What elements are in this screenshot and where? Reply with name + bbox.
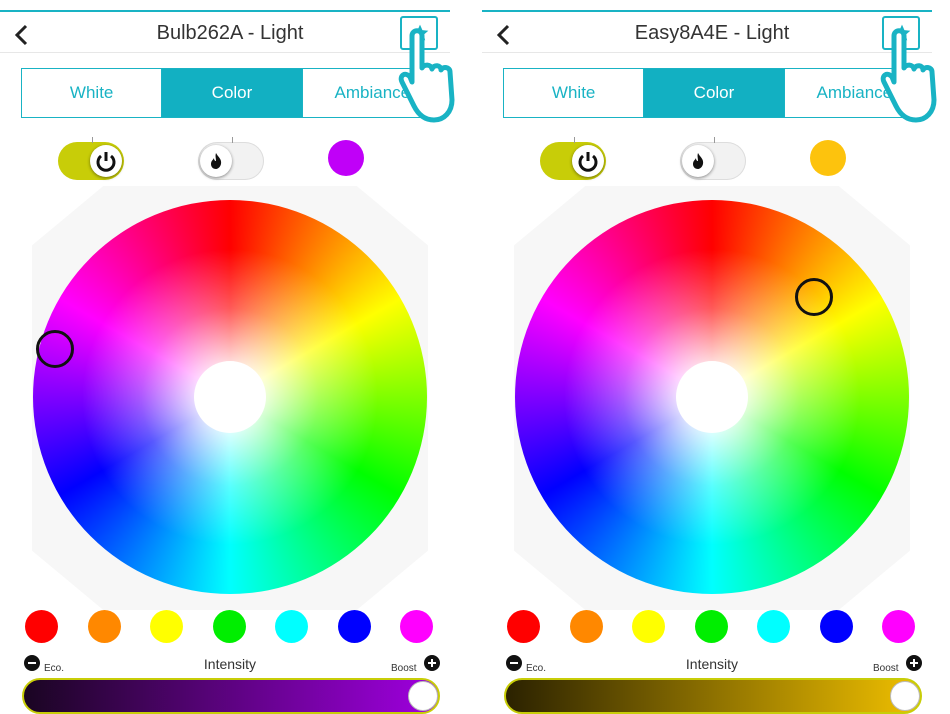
power-toggle-knob: [90, 145, 122, 177]
power-icon: [96, 152, 116, 172]
decrease-intensity-button[interactable]: [24, 655, 40, 671]
preset-yellow[interactable]: [150, 610, 183, 643]
increase-intensity-button[interactable]: [906, 655, 922, 671]
intensity-slider-thumb[interactable]: [890, 681, 920, 711]
toggle-tick: [714, 137, 715, 143]
preset-green[interactable]: [212, 610, 246, 643]
color-wheel-center: [194, 361, 266, 433]
tab-color[interactable]: Color: [162, 69, 303, 117]
tab-color[interactable]: Color: [644, 69, 785, 117]
eco-label: Eco.: [526, 663, 547, 674]
preset-red[interactable]: [507, 610, 540, 643]
eco-label: Eco.: [44, 663, 65, 674]
tab-white[interactable]: White: [504, 69, 645, 117]
preset-magenta[interactable]: [882, 610, 915, 643]
hand-pointer-icon: [880, 28, 937, 123]
header-divider: [0, 52, 450, 53]
preset-orange[interactable]: [87, 610, 121, 643]
mode-tabs: White Color Ambiance: [503, 68, 925, 118]
color-wheel-center: [676, 361, 748, 433]
preset-green[interactable]: [694, 610, 728, 643]
power-toggle[interactable]: [540, 137, 606, 180]
light-control-panel-bulb262a: Bulb262A - Light White Color Ambiance Ec…: [0, 0, 455, 714]
flame-toggle[interactable]: [680, 137, 746, 180]
header-accent-line: [0, 10, 450, 12]
decrease-intensity-button[interactable]: [506, 655, 522, 671]
page-title: Bulb262A - Light: [156, 22, 304, 44]
power-icon: [578, 152, 598, 172]
color-wheel[interactable]: [33, 200, 427, 594]
power-toggle[interactable]: [58, 137, 124, 180]
toggle-tick: [92, 137, 93, 143]
current-color-swatch[interactable]: [810, 140, 846, 176]
preset-colors: [25, 610, 433, 643]
tab-white[interactable]: White: [22, 69, 163, 117]
intensity-slider-thumb[interactable]: [408, 681, 438, 711]
panel-divider: [462, 0, 474, 708]
header-accent-line: [482, 10, 932, 12]
boost-label: Boost: [873, 663, 899, 674]
intensity-label: Intensity: [685, 656, 739, 672]
intensity-slider[interactable]: [22, 678, 440, 714]
preset-orange[interactable]: [569, 610, 603, 643]
chevron-left-icon: [496, 24, 510, 46]
increase-intensity-button[interactable]: [424, 655, 440, 671]
preset-blue[interactable]: [819, 610, 853, 643]
toggle-tick: [232, 137, 233, 143]
flame-toggle-knob: [682, 145, 714, 177]
color-wheel[interactable]: [515, 200, 909, 594]
mode-tabs: White Color Ambiance: [21, 68, 443, 118]
preset-red[interactable]: [25, 610, 58, 643]
back-button[interactable]: [490, 20, 520, 50]
preset-colors: [507, 610, 915, 643]
light-control-panel-easy8a4e: Easy8A4E - Light White Color Ambiance Ec…: [482, 0, 937, 714]
preset-cyan[interactable]: [275, 610, 308, 643]
power-toggle-knob: [572, 145, 604, 177]
preset-cyan[interactable]: [757, 610, 790, 643]
page-title: Easy8A4E - Light: [634, 22, 790, 44]
chevron-left-icon: [14, 24, 28, 46]
header-divider: [482, 52, 932, 53]
current-color-swatch[interactable]: [328, 140, 364, 176]
preset-magenta[interactable]: [400, 610, 433, 643]
intensity-slider[interactable]: [504, 678, 922, 714]
flame-toggle[interactable]: [198, 137, 264, 180]
toggle-tick: [574, 137, 575, 143]
color-selector-ring[interactable]: [36, 330, 74, 368]
flame-icon: [211, 153, 222, 169]
boost-label: Boost: [391, 663, 417, 674]
back-button[interactable]: [8, 20, 38, 50]
flame-toggle-knob: [200, 145, 232, 177]
preset-yellow[interactable]: [632, 610, 665, 643]
preset-blue[interactable]: [337, 610, 371, 643]
flame-icon: [693, 153, 704, 169]
color-selector-ring[interactable]: [795, 278, 833, 316]
intensity-label: Intensity: [203, 656, 257, 672]
